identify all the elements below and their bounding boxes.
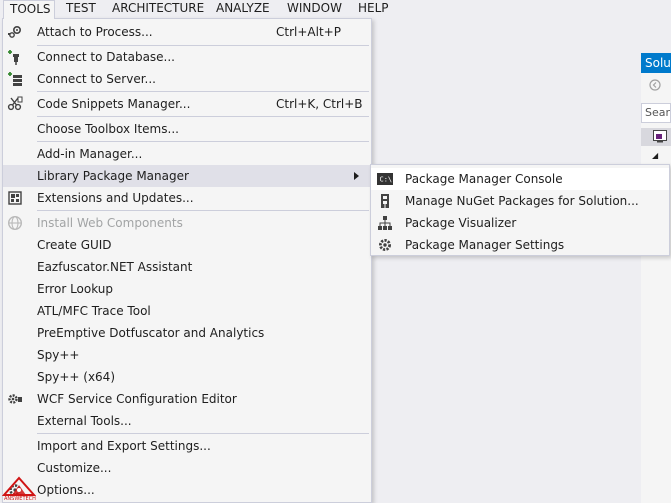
menu-analyze[interactable]: ANALYZE: [210, 0, 276, 18]
menu-item-label: ATL/MFC Trace Tool: [37, 304, 151, 318]
menu-test-label: TEST: [66, 1, 96, 15]
menu-item-label: Code Snippets Manager...: [37, 97, 191, 111]
submenu-item-manage-nuget-packages[interactable]: Manage NuGet Packages for Solution...: [371, 190, 669, 212]
menu-separator: [37, 433, 369, 434]
tools-menu: Attach to Process... Ctrl+Alt+P Connect …: [2, 18, 372, 503]
menu-item-label: Spy++: [37, 348, 80, 362]
solution-search-input[interactable]: Searc: [641, 103, 671, 123]
submenu-item-package-manager-settings[interactable]: Package Manager Settings: [371, 234, 669, 256]
menu-item-label: External Tools...: [37, 414, 132, 428]
menu-item-shortcut: Ctrl+Alt+P: [276, 25, 341, 39]
menu-item-atl-mfc-trace-tool[interactable]: ATL/MFC Trace Tool: [3, 300, 371, 322]
menu-item-eazfuscator[interactable]: Eazfuscator.NET Assistant: [3, 256, 371, 278]
menu-item-preemptive-dotfuscator[interactable]: PreEmptive Dotfuscator and Analytics: [3, 322, 371, 344]
menu-window-label: WINDOW: [287, 1, 342, 15]
menu-item-library-package-manager[interactable]: Library Package Manager: [3, 165, 371, 187]
menu-separator: [37, 210, 369, 211]
menu-item-label: Extensions and Updates...: [37, 191, 194, 205]
menu-bar: TOOLS TEST ARCHITECTURE ANALYZE WINDOW H…: [0, 0, 671, 19]
menu-tools-label: TOOLS: [10, 2, 51, 16]
menu-item-label: Connect to Database...: [37, 50, 175, 64]
menu-item-label: Install Web Components: [37, 216, 183, 230]
attach-process-icon: [8, 25, 22, 38]
menu-item-choose-toolbox-items[interactable]: Choose Toolbox Items...: [3, 118, 371, 140]
menu-item-code-snippets-manager[interactable]: Code Snippets Manager... Ctrl+K, Ctrl+B: [3, 93, 371, 115]
menu-tools[interactable]: TOOLS: [3, 0, 55, 19]
menu-item-label: Create GUID: [37, 238, 112, 252]
menu-item-label: Spy++ (x64): [37, 370, 115, 384]
menu-analyze-label: ANALYZE: [216, 1, 270, 15]
expand-triangle-icon[interactable]: ◢: [652, 151, 658, 160]
menu-item-label: Connect to Server...: [37, 72, 156, 86]
back-icon[interactable]: [649, 79, 661, 91]
solution-explorer-title[interactable]: Solut: [641, 53, 671, 73]
menu-test[interactable]: TEST: [60, 0, 102, 18]
menu-item-install-web-components[interactable]: Install Web Components: [3, 212, 371, 234]
submenu-item-label: Package Manager Console: [405, 172, 563, 186]
menu-item-spy-plus-plus[interactable]: Spy++: [3, 344, 371, 366]
menu-item-external-tools[interactable]: External Tools...: [3, 410, 371, 432]
solution-icon: [653, 130, 667, 143]
menu-item-options[interactable]: Options...: [3, 479, 371, 501]
watermark-text: ANSWETECH: [4, 496, 36, 502]
nuget-packages-icon: [381, 194, 389, 208]
menu-help[interactable]: HELP: [352, 0, 395, 18]
svg-text:C:\: C:\: [380, 176, 393, 184]
menu-item-label: Eazfuscator.NET Assistant: [37, 260, 193, 274]
menu-item-wcf-service-configuration-editor[interactable]: WCF Service Configuration Editor: [3, 388, 371, 410]
submenu-item-package-manager-console[interactable]: C:\ Package Manager Console: [371, 168, 669, 190]
connect-server-icon: [8, 72, 22, 86]
menu-item-label: Options...: [37, 483, 95, 497]
menu-help-label: HELP: [358, 1, 389, 15]
menu-item-customize[interactable]: Customize...: [3, 457, 371, 479]
menu-item-label: Import and Export Settings...: [37, 439, 211, 453]
menu-architecture-label: ARCHITECTURE: [112, 1, 205, 15]
menu-item-label: Customize...: [37, 461, 112, 475]
menu-item-shortcut: Ctrl+K, Ctrl+B: [276, 97, 363, 111]
menu-separator: [37, 91, 369, 92]
menu-window[interactable]: WINDOW: [281, 0, 348, 18]
menu-item-label: Library Package Manager: [37, 169, 189, 183]
settings-gear-icon: [379, 239, 391, 251]
solution-explorer-panel: Solut Searc ◢: [641, 53, 671, 503]
menu-item-label: Choose Toolbox Items...: [37, 122, 179, 136]
menu-item-connect-to-database[interactable]: Connect to Database...: [3, 46, 371, 68]
menu-item-label: Attach to Process...: [37, 25, 153, 39]
menu-item-import-and-export-settings[interactable]: Import and Export Settings...: [3, 435, 371, 457]
menu-item-create-guid[interactable]: Create GUID: [3, 234, 371, 256]
menu-item-extensions-and-updates[interactable]: Extensions and Updates...: [3, 187, 371, 209]
submenu-item-label: Package Visualizer: [405, 216, 517, 230]
menu-item-label: Error Lookup: [37, 282, 114, 296]
menu-separator: [37, 141, 369, 142]
console-icon: C:\: [377, 173, 393, 185]
menu-item-connect-to-server[interactable]: Connect to Server...: [3, 68, 371, 90]
menu-architecture[interactable]: ARCHITECTURE: [106, 0, 210, 18]
menu-separator: [37, 116, 369, 117]
menu-item-label: Add-in Manager...: [37, 147, 143, 161]
menu-item-spy-plus-plus-x64[interactable]: Spy++ (x64): [3, 366, 371, 388]
wcf-gear-icon: [8, 394, 22, 404]
connect-database-icon: [8, 50, 19, 65]
package-manager-submenu: C:\ Package Manager Console Manage NuGet…: [370, 164, 670, 256]
code-snippets-icon: [7, 96, 23, 111]
extensions-icon: [8, 191, 22, 205]
menu-item-label: PreEmptive Dotfuscator and Analytics: [37, 326, 265, 340]
submenu-item-label: Manage NuGet Packages for Solution...: [405, 194, 639, 208]
menu-item-label: WCF Service Configuration Editor: [37, 392, 237, 406]
submenu-item-label: Package Manager Settings: [405, 238, 565, 252]
hierarchy-icon: [378, 216, 392, 230]
submenu-item-package-visualizer[interactable]: Package Visualizer: [371, 212, 669, 234]
menu-item-add-in-manager[interactable]: Add-in Manager...: [3, 143, 371, 165]
submenu-arrow-icon: [354, 172, 359, 180]
menu-item-attach-to-process[interactable]: Attach to Process... Ctrl+Alt+P: [3, 21, 371, 43]
web-components-icon: [7, 215, 23, 231]
menu-item-error-lookup[interactable]: Error Lookup: [3, 278, 371, 300]
